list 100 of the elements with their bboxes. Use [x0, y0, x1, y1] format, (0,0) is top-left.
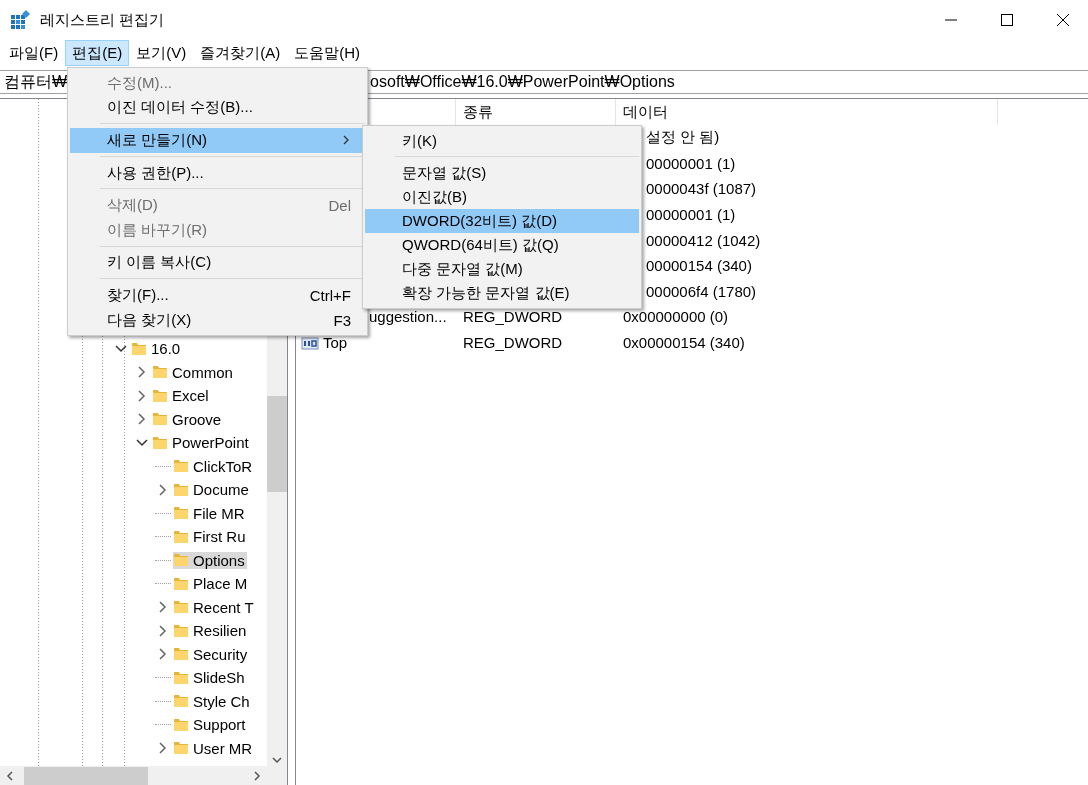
value-name[interactable]: uggestion...	[369, 308, 447, 326]
scroll-left-icon[interactable]	[4, 770, 16, 782]
folder-icon	[173, 481, 189, 498]
menu-option[interactable]: 문자열 값(S)	[365, 161, 639, 185]
tree-item[interactable]: 16.0	[151, 340, 181, 358]
tree-item[interactable]: Docume	[193, 481, 249, 499]
value-data: 00000412 (1042)	[646, 231, 761, 249]
tree-item[interactable]: SlideSh	[193, 669, 245, 687]
menu-option-label: 사용 권한(P)...	[107, 163, 205, 183]
tree-item-label: Options	[193, 551, 245, 569]
value-type: REG_DWORD	[463, 308, 563, 326]
registry-icon	[10, 10, 30, 30]
menu-option-label: 이름 바꾸기(R)	[107, 220, 208, 240]
menu-option-label: 새로 만들기(N)	[107, 131, 208, 150]
folder-icon	[173, 716, 189, 733]
menu-item[interactable]: 도움말(H)	[287, 40, 367, 66]
scroll-down-icon[interactable]	[271, 754, 283, 766]
shortcut-text: Del	[328, 197, 351, 215]
tree-item[interactable]: Resilien	[193, 622, 247, 640]
menu-option-label: 문자열 값(S)	[402, 163, 488, 183]
menu-item[interactable]: 편집(E)	[65, 40, 130, 66]
tree-item[interactable]: Support	[193, 716, 246, 734]
menu-option-label: 다중 문자열 값(M)	[402, 259, 524, 279]
folder-icon	[173, 740, 189, 757]
menu-option[interactable]: 이진 데이터 수정(B)...	[70, 95, 365, 121]
folder-icon	[173, 669, 189, 686]
tree-item[interactable]: Place M	[193, 575, 248, 593]
menu-option-label: 이진 데이터 수정(B)...	[107, 98, 254, 118]
tree-item[interactable]: Groove	[172, 410, 222, 428]
menu-option-label: 키 이름 복사(C)	[107, 253, 213, 273]
menu-option[interactable]: 사용 권한(P)...	[70, 160, 365, 186]
value-data: 설정 안 됨)	[646, 128, 720, 148]
menu-option-label: 이진값(B)	[402, 187, 468, 207]
shortcut-text: F3	[333, 311, 351, 329]
tree-item[interactable]: Excel	[172, 387, 209, 405]
menu-item[interactable]: 파일(F)	[2, 40, 66, 66]
address-text: 컴퓨터₩	[4, 71, 68, 92]
menu-option-label: 찾기(F)...	[107, 285, 170, 305]
menu-option[interactable]: 다음 찾기(X) F3	[70, 307, 365, 333]
menu-option-label: 확장 가능한 문자열 값(E)	[402, 283, 571, 303]
tree-item[interactable]: User MR	[193, 739, 253, 757]
maximize-icon	[1000, 13, 1014, 27]
value-data: 00000001 (1)	[646, 206, 736, 224]
window-title: 레지스트리 편집기	[40, 10, 166, 30]
menu-option-label: 키(K)	[402, 131, 438, 151]
folder-icon	[173, 599, 189, 616]
tree-item[interactable]: Security	[193, 645, 248, 663]
horizontal-scrollbar[interactable]	[0, 766, 267, 785]
menu-option[interactable]: QWORD(64비트) 값(Q)	[365, 233, 639, 257]
menu-option-label: QWORD(64비트) 값(Q)	[402, 235, 560, 255]
folder-icon	[173, 552, 189, 569]
value-data: 0000043f (1087)	[646, 180, 757, 198]
shortcut-text: Ctrl+F	[309, 286, 351, 304]
folder-icon	[173, 575, 189, 592]
folder-icon	[152, 387, 168, 404]
menu-option[interactable]: 찾기(F)... Ctrl+F	[70, 283, 365, 308]
menu-option-label: 삭제(D)	[107, 196, 159, 216]
folder-icon	[152, 434, 168, 451]
value-name[interactable]: Top	[323, 334, 348, 352]
folder-icon	[173, 646, 189, 663]
menu-item[interactable]: 즐겨찾기(A)	[193, 40, 288, 66]
menu-option[interactable]: 이진값(B)	[365, 185, 639, 209]
menu-option-label: DWORD(32비트) 값(D)	[402, 211, 558, 231]
folder-icon	[173, 458, 189, 475]
close-icon	[1056, 13, 1070, 27]
scroll-thumb[interactable]	[24, 767, 148, 785]
menu-option-label: 다음 찾기(X)	[107, 310, 193, 330]
selected-tree-item[interactable]: Options	[173, 551, 247, 569]
tree-item[interactable]: First Ru	[193, 528, 246, 546]
binary-value-icon	[301, 334, 319, 351]
scroll-right-icon[interactable]	[251, 770, 263, 782]
tree-item[interactable]: Style Ch	[193, 692, 250, 710]
value-data: 0x00000154 (340)	[623, 334, 745, 352]
tree-item[interactable]: Recent T	[193, 598, 254, 616]
scroll-thumb[interactable]	[267, 396, 287, 492]
folder-icon	[173, 528, 189, 545]
address-text: osoft₩Office₩16.0₩PowerPoint₩Options	[370, 73, 675, 91]
folder-icon	[152, 411, 168, 428]
value-type: REG_DWORD	[463, 334, 563, 352]
menu-option[interactable]: 새로 만들기(N)	[70, 128, 365, 153]
folder-icon	[152, 364, 168, 381]
folder-icon	[173, 505, 189, 522]
folder-icon	[131, 340, 147, 357]
menu-option[interactable]: 키(K)	[365, 129, 639, 153]
menu-option[interactable]: 확장 가능한 문자열 값(E)	[365, 281, 639, 305]
value-data: 00000001 (1)	[646, 154, 736, 172]
value-data: 000006f4 (1780)	[646, 282, 757, 300]
tree-item[interactable]: Common	[172, 363, 233, 381]
folder-icon	[173, 622, 189, 639]
menu-option[interactable]: 다중 문자열 값(M)	[365, 257, 639, 281]
menu-option-label: 수정(M)...	[107, 73, 173, 93]
value-data: 00000154 (340)	[646, 257, 752, 275]
menu-item[interactable]: 보기(V)	[129, 40, 194, 66]
tree-item[interactable]: ClickToR	[193, 457, 253, 475]
menu-option[interactable]: DWORD(32비트) 값(D)	[365, 209, 639, 233]
folder-icon	[173, 693, 189, 710]
tree-item[interactable]: PowerPoint	[172, 434, 249, 452]
value-data: 0x00000000 (0)	[623, 308, 729, 326]
tree-item[interactable]: File MR	[193, 504, 245, 522]
menu-option[interactable]: 키 이름 복사(C)	[70, 250, 365, 276]
